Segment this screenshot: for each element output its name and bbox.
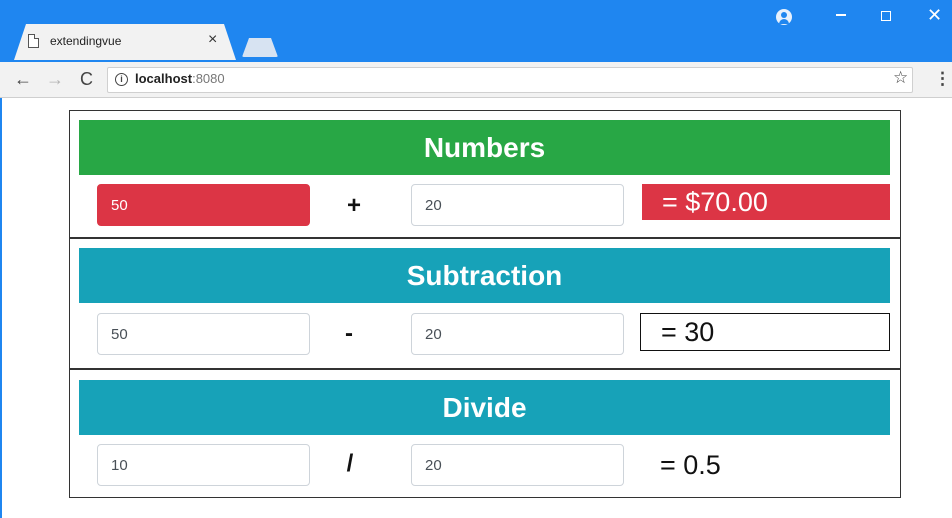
numbers-header: Numbers xyxy=(79,120,890,175)
reload-icon[interactable]: C xyxy=(80,69,93,90)
profile-icon[interactable] xyxy=(776,9,792,25)
divide-operator: / xyxy=(346,450,354,477)
info-icon[interactable]: i xyxy=(115,73,128,86)
back-icon[interactable]: ← xyxy=(14,69,32,90)
subtraction-second-input[interactable] xyxy=(411,313,624,355)
subtraction-result: = 30 xyxy=(640,313,890,351)
divide-first-input[interactable] xyxy=(97,444,310,486)
menu-icon[interactable]: ⋮ xyxy=(934,69,951,89)
minus-operator: - xyxy=(345,320,353,347)
section-divider xyxy=(69,368,901,370)
subtraction-header: Subtraction xyxy=(79,248,890,303)
minimize-icon[interactable] xyxy=(836,14,846,16)
numbers-first-input[interactable] xyxy=(97,184,310,226)
subtraction-first-input[interactable] xyxy=(97,313,310,355)
plus-operator: + xyxy=(346,192,361,219)
document-icon xyxy=(28,34,39,48)
numbers-result: = $70.00 xyxy=(642,184,890,220)
address-bar[interactable] xyxy=(107,67,913,93)
divide-result: = 0.5 xyxy=(660,449,721,480)
section-divider xyxy=(69,237,901,239)
divide-header: Divide xyxy=(79,380,890,435)
forward-icon[interactable]: → xyxy=(46,69,64,90)
browser-tab[interactable] xyxy=(14,24,236,60)
maximize-icon[interactable] xyxy=(881,11,891,21)
url-port: :8080 xyxy=(192,71,225,86)
close-window-icon[interactable]: ✕ xyxy=(927,6,942,24)
close-tab-icon[interactable]: × xyxy=(208,31,217,49)
url-host: localhost xyxy=(135,71,193,86)
numbers-second-input[interactable] xyxy=(411,184,624,226)
tab-title: extendingvue xyxy=(50,34,122,48)
window-edge xyxy=(0,98,2,518)
url-text: localhost:8080 xyxy=(135,71,225,86)
divide-second-input[interactable] xyxy=(411,444,624,486)
star-icon[interactable]: ☆ xyxy=(893,68,908,88)
